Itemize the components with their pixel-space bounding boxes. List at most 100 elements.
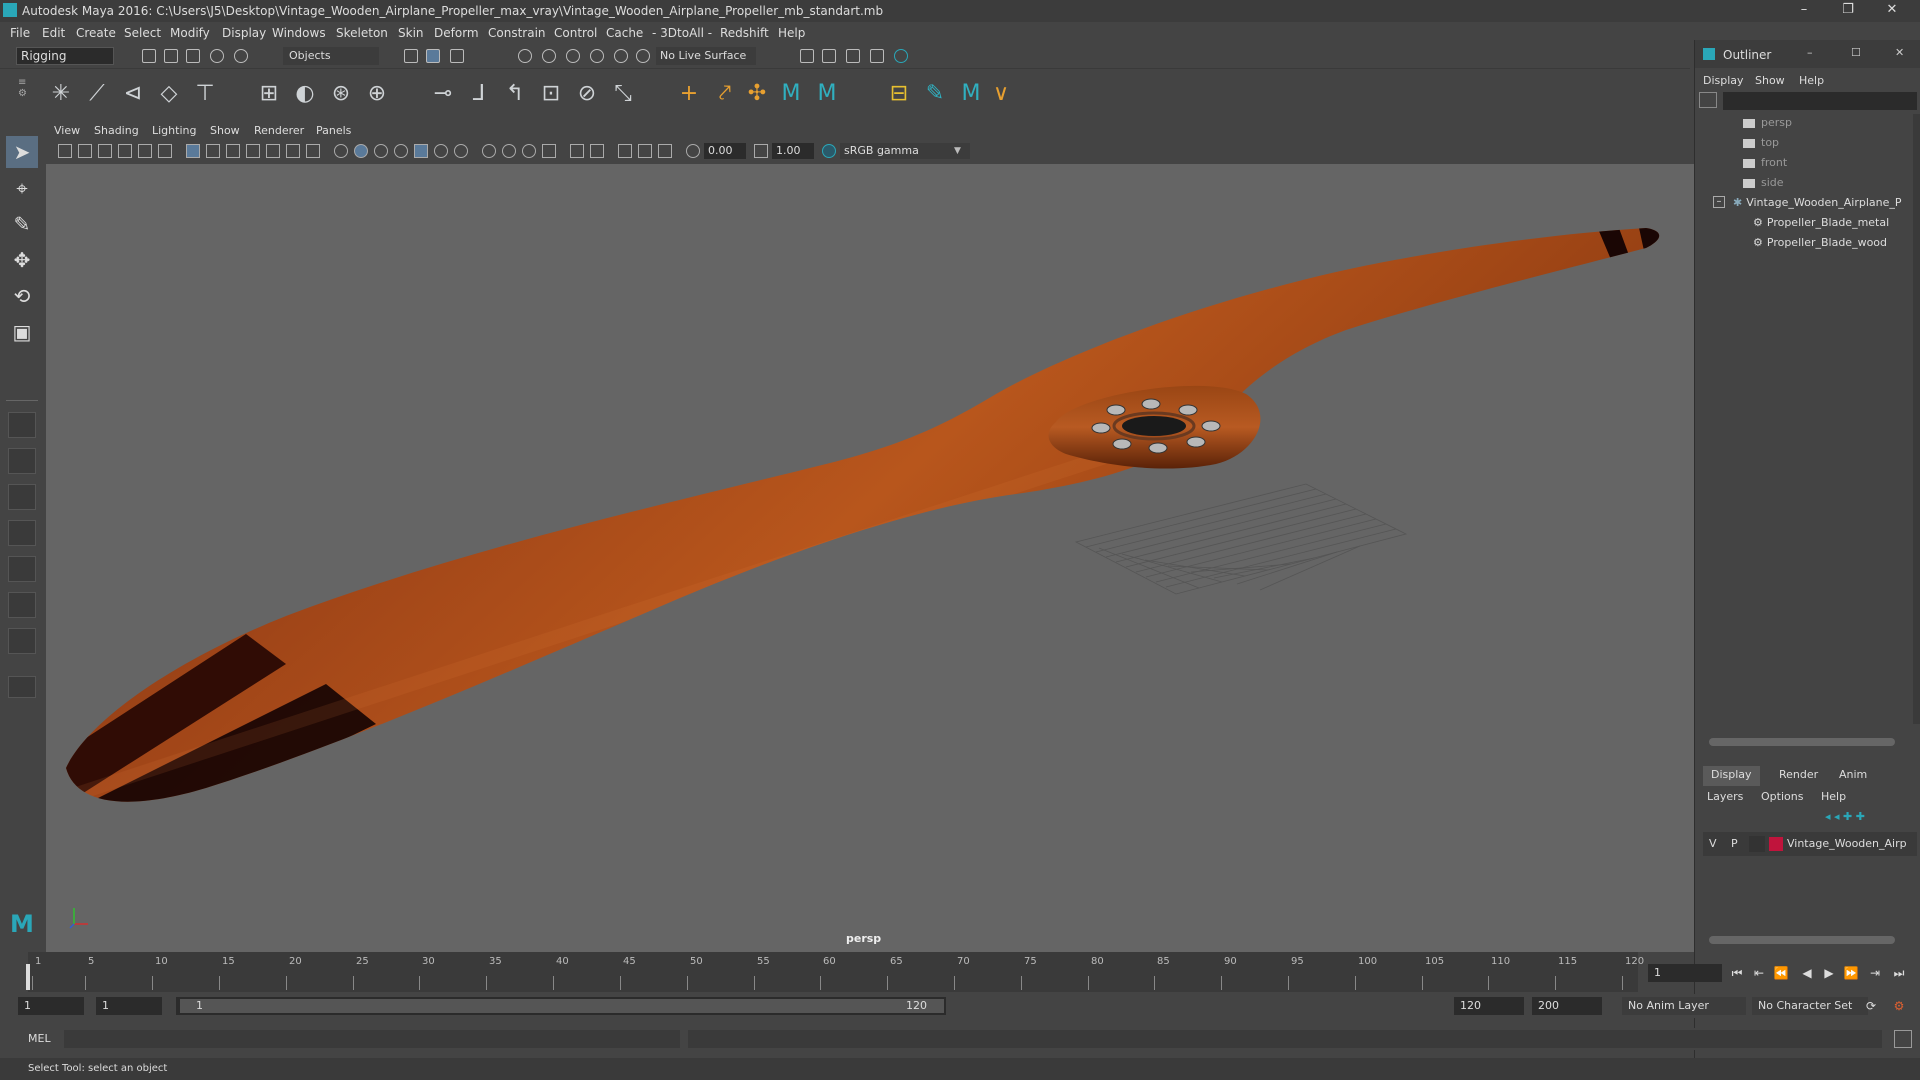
play-forward-icon[interactable]: ▶ — [1820, 964, 1838, 982]
resolution-gate-icon[interactable] — [226, 144, 240, 158]
step-back-key-icon[interactable]: ⇤ — [1750, 964, 1768, 982]
menu-windows[interactable]: Windows — [272, 26, 326, 40]
viewport-scene[interactable] — [46, 164, 1694, 952]
menu-skin[interactable]: Skin — [398, 26, 424, 40]
aim-constraint-icon[interactable]: ⊘ — [574, 81, 600, 107]
menu-modify[interactable]: Modify — [170, 26, 210, 40]
motion-blur-icon[interactable] — [482, 144, 496, 158]
layer-name[interactable]: Vintage_Wooden_Airp — [1787, 837, 1907, 850]
outliner-horizontal-scrollbar[interactable] — [1709, 738, 1895, 746]
make-live-icon[interactable] — [636, 49, 650, 63]
film-gate-icon[interactable] — [206, 144, 220, 158]
toolbox-expand-button[interactable] — [8, 676, 36, 698]
menu-display[interactable]: Display — [222, 26, 266, 40]
rotate-tool-icon[interactable]: ⟲ — [6, 280, 38, 312]
muscle-icon[interactable]: ∨ — [988, 81, 1014, 107]
grid-toggle-icon[interactable] — [186, 144, 200, 158]
panel-menu-shading[interactable]: Shading — [94, 124, 139, 137]
outliner-menu-show[interactable]: Show — [1755, 74, 1785, 87]
2d-pan-zoom-icon[interactable] — [138, 144, 152, 158]
select-by-hierarchy-icon[interactable] — [404, 49, 418, 63]
step-forward-frame-icon[interactable]: ⏩ — [1842, 964, 1860, 982]
shadows-icon[interactable] — [434, 144, 448, 158]
exposure-field[interactable]: 0.00 — [704, 143, 746, 159]
locator-icon[interactable]: + — [676, 81, 702, 107]
outliner-item-blade-metal[interactable]: ⚙ Propeller_Blade_metal — [1753, 216, 1889, 234]
new-scene-icon[interactable] — [142, 49, 156, 63]
select-tool-icon[interactable]: ➤ — [6, 136, 38, 168]
save-scene-icon[interactable] — [186, 49, 200, 63]
view-transform-chevron-icon[interactable]: ▼ — [954, 146, 961, 156]
current-time-marker[interactable] — [26, 964, 30, 990]
menu-3dtoall[interactable]: - 3DtoAll - — [652, 26, 712, 40]
view-transform-dropdown[interactable]: sRGB gamma — [840, 143, 970, 159]
wireframe-icon[interactable] — [334, 144, 348, 158]
gamma-icon[interactable] — [754, 144, 768, 158]
persp-outliner-layout-button[interactable] — [8, 484, 36, 510]
menu-set-dropdown[interactable]: Rigging — [16, 47, 114, 65]
outliner-item-side[interactable]: side — [1743, 176, 1784, 194]
render-settings-icon[interactable] — [800, 49, 814, 63]
layer-row[interactable]: V P Vintage_Wooden_Airp — [1703, 832, 1917, 856]
menu-select[interactable]: Select — [124, 26, 161, 40]
snap-to-view-plane-icon[interactable] — [590, 49, 604, 63]
current-frame-field[interactable]: 1 — [1648, 964, 1722, 982]
render-current-frame-icon[interactable] — [846, 49, 860, 63]
snap-to-grid-icon[interactable] — [518, 49, 532, 63]
smooth-bind-icon[interactable]: ⊞ — [256, 81, 282, 107]
play-backward-icon[interactable]: ◀ — [1798, 964, 1816, 982]
depth-of-field-icon[interactable] — [522, 144, 536, 158]
bookmark-icon[interactable] — [98, 144, 112, 158]
mel-command-input[interactable] — [64, 1030, 680, 1048]
menu-redshift[interactable]: Redshift — [720, 26, 769, 40]
persp-hypershade-layout-button[interactable] — [8, 556, 36, 582]
single-perspective-layout-button[interactable] — [8, 412, 36, 438]
ik-handle-icon[interactable]: ⟋ — [84, 81, 110, 107]
hik-character-icon[interactable]: M — [778, 81, 804, 107]
minimize-button[interactable]: – — [1784, 2, 1824, 20]
ik-spline-icon[interactable]: ⊲ — [120, 81, 146, 107]
select-by-component-icon[interactable] — [450, 49, 464, 63]
layer-horizontal-scrollbar[interactable] — [1709, 936, 1895, 944]
use-all-lights-icon[interactable] — [414, 144, 428, 158]
exposure-icon[interactable] — [686, 144, 700, 158]
panel-menu-renderer[interactable]: Renderer — [254, 124, 304, 137]
xray-active-components-icon[interactable] — [590, 144, 604, 158]
open-scene-icon[interactable] — [164, 49, 178, 63]
outliner-close-button[interactable]: ✕ — [1895, 46, 1904, 59]
persp-graph-hypergraph-layout-button[interactable] — [8, 592, 36, 618]
shelf-options-icon[interactable]: ≡ ⚙ — [18, 77, 34, 113]
outliner-refresh-icon[interactable] — [1699, 92, 1717, 108]
parent-constraint-icon[interactable]: ⊸ — [430, 81, 456, 107]
step-back-frame-icon[interactable]: ⏪ — [1772, 964, 1790, 982]
animation-end-field[interactable]: 200 — [1532, 997, 1602, 1015]
ipr-render-icon[interactable] — [870, 49, 884, 63]
multisample-aa-icon[interactable] — [502, 144, 516, 158]
3d-viewport[interactable]: persp — [46, 164, 1694, 952]
safe-action-icon[interactable] — [286, 144, 300, 158]
blend-shape-icon[interactable]: ⊟ — [886, 81, 912, 107]
snap-to-surface-icon[interactable] — [614, 49, 628, 63]
mirror-joint-icon[interactable]: ◇ — [156, 81, 182, 107]
outliner-menu-help[interactable]: Help — [1799, 74, 1824, 87]
scale-tool-icon[interactable]: ▣ — [6, 316, 38, 348]
menu-help[interactable]: Help — [778, 26, 805, 40]
orient-constraint-icon[interactable]: ↰ — [502, 81, 528, 107]
interactive-bind-icon[interactable]: ⊛ — [328, 81, 354, 107]
point-constraint-icon[interactable]: ⅃ — [466, 81, 492, 107]
range-slider-handle[interactable] — [180, 999, 944, 1013]
outliner-persp-layout-button[interactable] — [8, 628, 36, 654]
paint-weights-icon[interactable]: ◐ — [292, 81, 318, 107]
outliner-item-blade-wood[interactable]: ⚙ Propeller_Blade_wood — [1753, 236, 1887, 254]
paint-select-tool-icon[interactable]: ✎ — [6, 208, 38, 240]
menu-file[interactable]: File — [10, 26, 30, 40]
snap-to-point-icon[interactable] — [566, 49, 580, 63]
range-slider[interactable]: 1 120 — [176, 997, 946, 1015]
undo-icon[interactable] — [210, 49, 224, 63]
hik-control-icon[interactable]: M — [814, 81, 840, 107]
auto-key-icon[interactable]: ⟳ — [1862, 997, 1880, 1015]
layer-tab-anim[interactable]: Anim — [1831, 766, 1875, 786]
panel-menu-show[interactable]: Show — [210, 124, 240, 137]
time-slider[interactable]: 1 5 10 15 20 25 30 35 40 45 50 55 60 65 70 75 80 85 90 95 10… — [0, 952, 1904, 992]
scale-constraint-icon[interactable]: ⊡ — [538, 81, 564, 107]
